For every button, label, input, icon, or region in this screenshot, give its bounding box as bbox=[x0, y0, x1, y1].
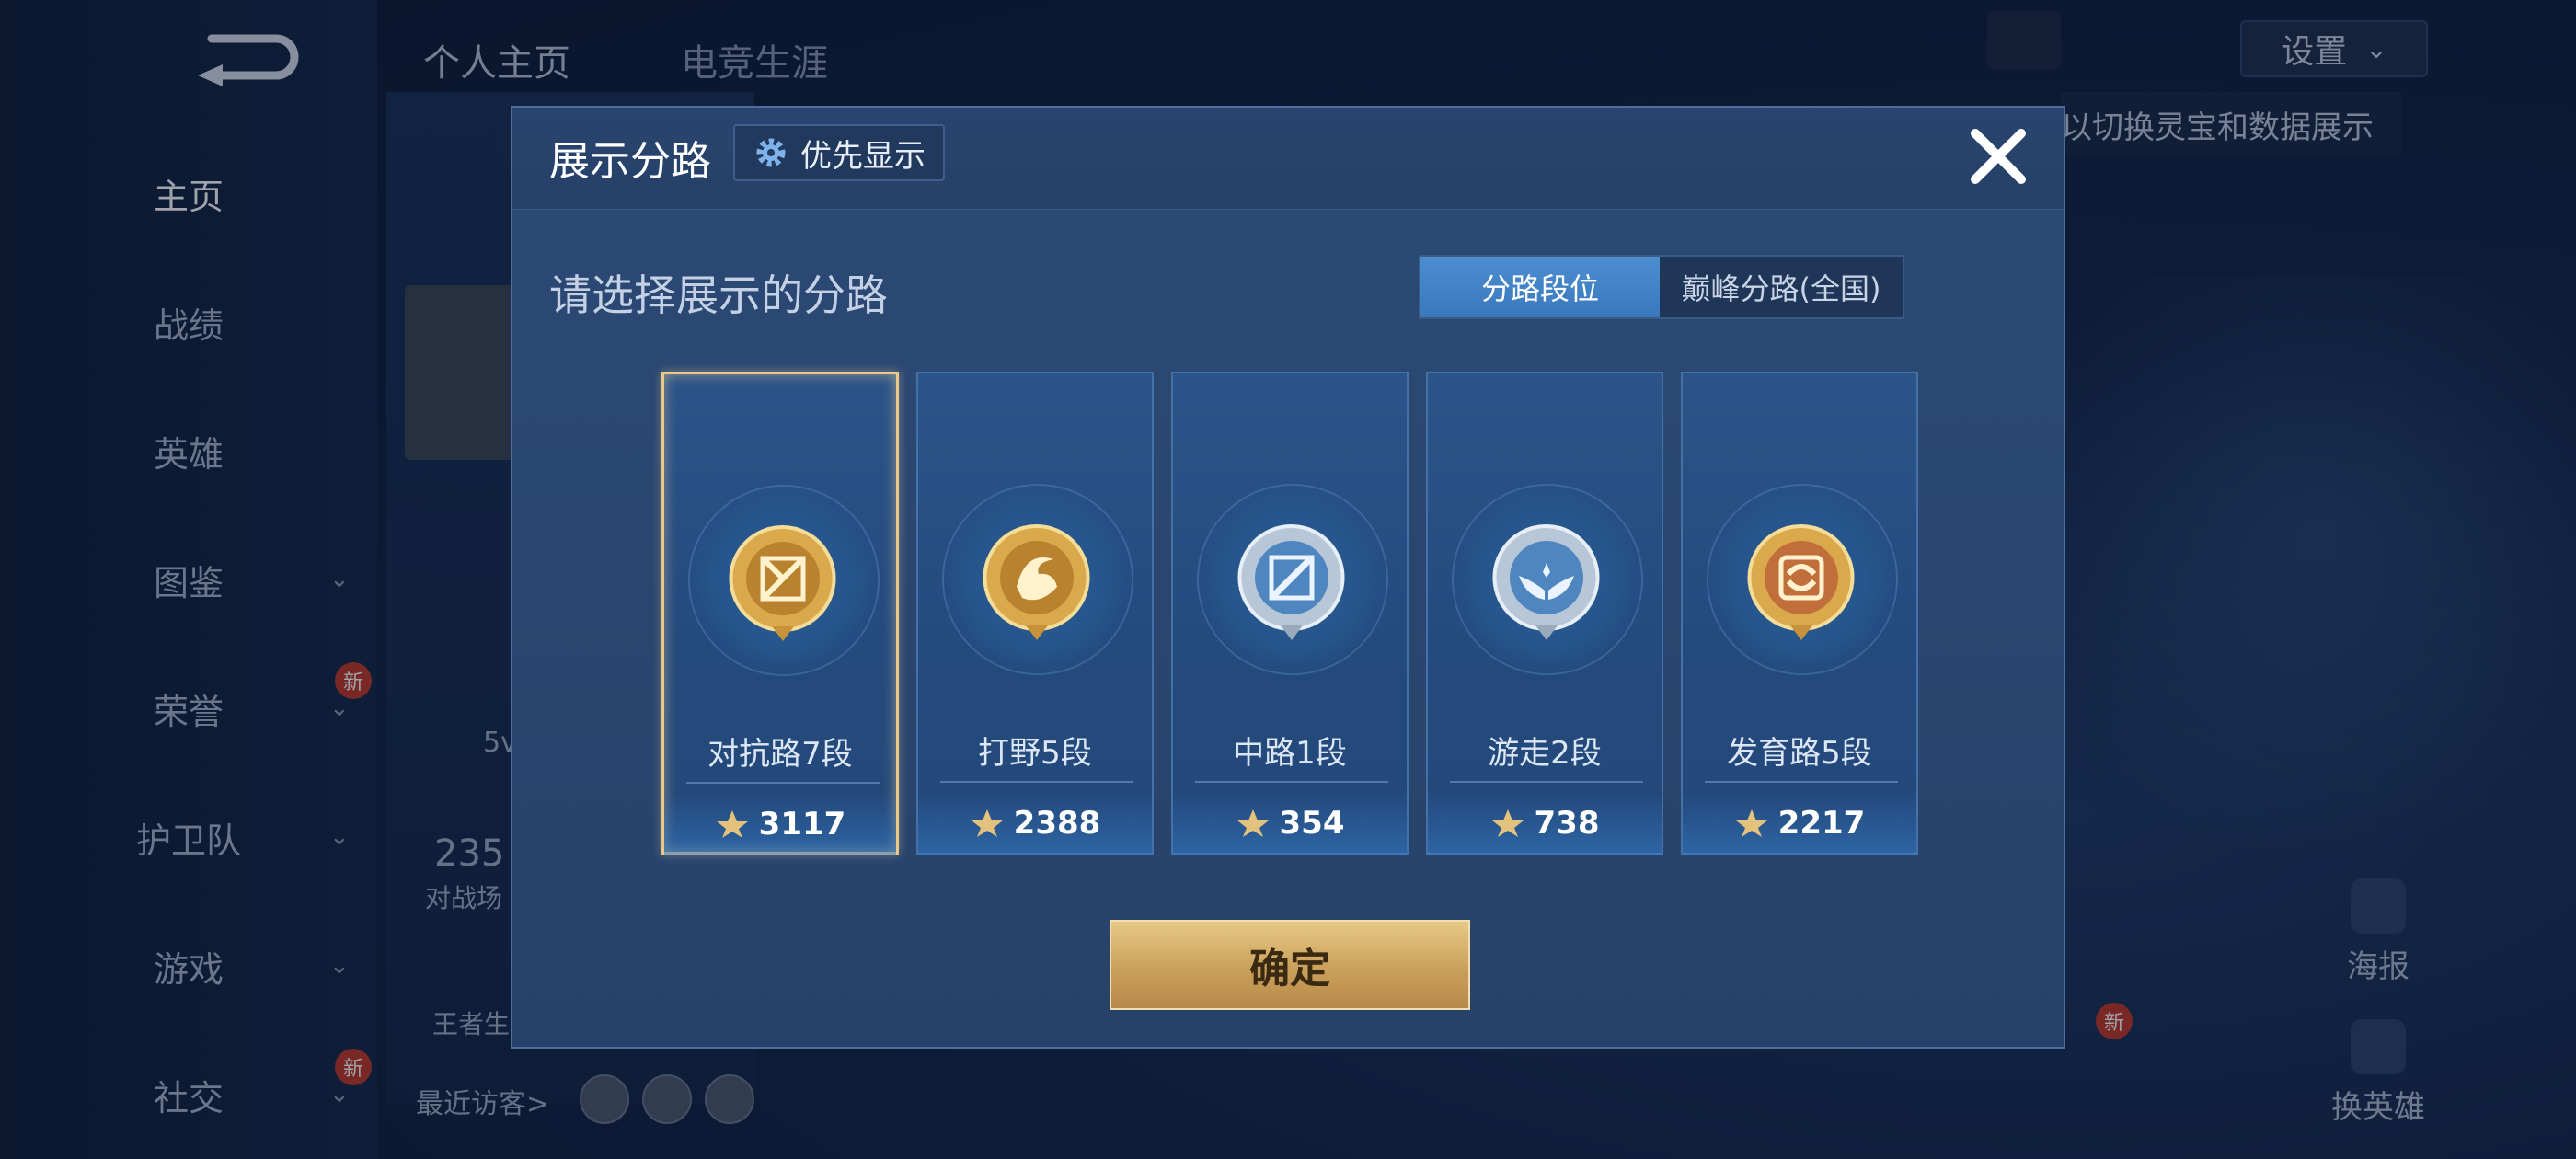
lane-card-clash[interactable]: 对抗路7段 3117 bbox=[661, 372, 899, 855]
lane-score: 3117 bbox=[758, 806, 846, 843]
priority-display-button[interactable]: 优先显示 bbox=[733, 124, 945, 181]
lane-points-icon bbox=[1735, 809, 1767, 837]
priority-display-label: 优先显示 bbox=[800, 137, 926, 175]
lane-score: 738 bbox=[1534, 805, 1600, 842]
farm-lane-emblem-icon bbox=[1747, 524, 1855, 640]
lane-card-jungle[interactable]: 打野5段 2388 bbox=[916, 372, 1154, 855]
confirm-button[interactable]: 确定 bbox=[1110, 920, 1470, 1010]
toggle-lane-rank[interactable]: 分路段位 bbox=[1420, 257, 1660, 317]
lane-score: 2388 bbox=[1013, 805, 1101, 842]
dialog-header: 展示分路 优先显示 bbox=[512, 108, 2064, 210]
lane-score-row: 2217 bbox=[1683, 792, 1916, 855]
lane-score: 2217 bbox=[1777, 805, 1866, 842]
lane-name: 打野5段 bbox=[978, 735, 1092, 772]
divider bbox=[1705, 781, 1898, 783]
lane-cards: 对抗路7段 3117 打野5段 2388 中路1段 354 游走2段 738 发… bbox=[661, 372, 1922, 855]
dialog-title: 展示分路 bbox=[549, 138, 711, 185]
clash-lane-emblem-icon bbox=[729, 525, 836, 641]
lane-name: 对抗路7段 bbox=[707, 736, 853, 773]
lane-name: 中路1段 bbox=[1233, 735, 1347, 772]
confirm-label: 确定 bbox=[1249, 946, 1330, 993]
divider bbox=[1450, 781, 1643, 783]
lane-name: 游走2段 bbox=[1488, 735, 1602, 772]
lane-points-icon bbox=[1236, 809, 1269, 837]
lane-score-row: 738 bbox=[1428, 792, 1662, 855]
divider bbox=[686, 782, 880, 784]
lane-score: 354 bbox=[1279, 805, 1345, 842]
mid-lane-emblem-icon bbox=[1237, 524, 1345, 640]
dialog-subtitle: 请选择展示的分路 bbox=[549, 270, 888, 320]
divider bbox=[940, 781, 1133, 783]
lane-score-row: 2388 bbox=[918, 792, 1152, 855]
lane-card-roam[interactable]: 游走2段 738 bbox=[1426, 372, 1663, 855]
lane-points-icon bbox=[971, 809, 1003, 837]
lane-name: 发育路5段 bbox=[1727, 735, 1872, 772]
toggle-peak-lane[interactable]: 巅峰分路(全国) bbox=[1660, 257, 1903, 317]
lane-score-row: 354 bbox=[1173, 792, 1407, 855]
lane-display-dialog: 展示分路 优先显示 请选择展示的分路 分路段位 巅峰分路(全国) 对抗路7段 3… bbox=[511, 106, 2065, 1049]
lane-points-icon bbox=[1491, 809, 1524, 837]
close-icon[interactable] bbox=[1966, 124, 2030, 189]
divider bbox=[1195, 781, 1388, 783]
lane-card-mid[interactable]: 中路1段 354 bbox=[1171, 372, 1409, 855]
roam-wings-emblem-icon bbox=[1492, 524, 1600, 640]
lane-points-icon bbox=[716, 810, 748, 838]
jungle-dragon-emblem-icon bbox=[983, 524, 1090, 640]
gear-icon bbox=[756, 138, 786, 167]
lane-card-farm[interactable]: 发育路5段 2217 bbox=[1681, 372, 1918, 855]
lane-mode-toggle: 分路段位 巅峰分路(全国) bbox=[1419, 255, 1904, 319]
lane-score-row: 3117 bbox=[664, 793, 896, 855]
